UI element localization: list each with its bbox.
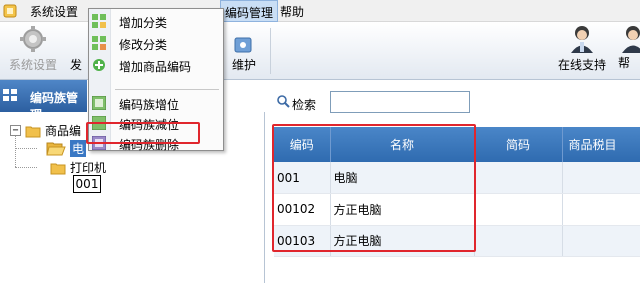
menu-system-settings[interactable]: 系统设置 — [30, 3, 78, 20]
app-logo-icon — [3, 4, 17, 18]
tree-connector — [15, 167, 37, 168]
menu-item-label: 编码族减位 — [119, 118, 180, 132]
cell-code: 001 — [274, 162, 331, 194]
menu-item-label: 修改分类 — [119, 38, 168, 52]
online-support-label: 在线支持 — [557, 58, 606, 72]
code-family-panel-header: 编码族管理 — [0, 80, 87, 122]
cell-short-code — [474, 225, 563, 257]
cell-short-code — [474, 162, 563, 194]
help-user-icon — [622, 26, 640, 53]
cell-code: 00103 — [274, 225, 331, 257]
folder-icon — [50, 163, 66, 174]
gear-icon — [20, 26, 46, 52]
tree-node-computer[interactable]: 电 — [46, 140, 87, 157]
search-label: 检索 — [292, 98, 317, 112]
cell-name: 电脑 — [330, 162, 475, 194]
table-row[interactable]: 001 电脑 — [274, 162, 640, 194]
menu-help[interactable]: 帮助 — [280, 3, 304, 20]
menu-item-label: 编码族增位 — [119, 98, 180, 112]
menu-item-label: 增加分类 — [119, 16, 168, 30]
menu-item-increase-digit[interactable]: 编码族增位 — [89, 93, 223, 113]
maintain-button[interactable]: 维护 — [224, 24, 264, 78]
cell-tax-item — [562, 162, 640, 194]
decrease-digit-icon — [92, 116, 106, 130]
help-button[interactable]: 帮 — [618, 24, 640, 78]
table-row[interactable]: 00103 方正电脑 — [274, 225, 640, 257]
menu-code-management[interactable]: 编码管理 — [220, 0, 279, 22]
grid-menu-icon — [3, 89, 17, 101]
toolbar-button-partial[interactable]: 发 — [70, 24, 88, 78]
search-input[interactable] — [330, 91, 470, 113]
toolbar-separator — [270, 28, 271, 74]
cell-tax-item — [562, 225, 640, 257]
maintain-icon — [234, 37, 252, 53]
online-support-button[interactable]: 在线支持 — [552, 24, 612, 78]
code-table: 编码 名称 简码 商品税目 001 电脑 00102 方正电脑 00103 方正… — [274, 127, 640, 257]
tree-node-label: 电 — [70, 140, 87, 157]
cell-name: 方正电脑 — [330, 225, 475, 257]
add-code-icon — [93, 59, 105, 71]
menu-item-add-code[interactable]: 增加商品编码 — [89, 55, 223, 75]
cell-tax-item — [562, 193, 640, 226]
folder-open-icon — [46, 142, 66, 155]
menu-item-delete-family[interactable]: 编码族删除 — [89, 133, 223, 153]
user-support-icon — [571, 26, 593, 53]
tree-node-printer[interactable]: 打印机 — [50, 159, 106, 176]
cell-short-code — [474, 193, 563, 226]
search-icon — [277, 95, 290, 108]
code-management-dropdown: 增加分类 修改分类 增加商品编码 编码族增位 编码族减位 编码族删除 — [88, 8, 224, 153]
system-settings-label: 系统设置 — [8, 58, 57, 72]
column-header-tax-item[interactable]: 商品税目 — [562, 127, 640, 162]
cell-name: 方正电脑 — [330, 193, 475, 226]
column-header-name[interactable]: 名称 — [330, 127, 475, 162]
menu-separator — [115, 89, 219, 90]
toolbar-button-partial-label: 发 — [70, 58, 83, 72]
tree-node-root[interactable]: − 商品编 — [10, 122, 81, 139]
tree-connector — [15, 135, 16, 167]
table-header-row: 编码 名称 简码 商品税目 — [274, 127, 640, 162]
menu-item-edit-category[interactable]: 修改分类 — [89, 33, 223, 53]
cell-code: 00102 — [274, 193, 331, 226]
menu-item-decrease-digit[interactable]: 编码族减位 — [89, 113, 223, 133]
folder-open-icon — [25, 126, 41, 137]
tree-tooltip: 001 — [73, 175, 101, 193]
tree-node-label: 打印机 — [70, 161, 107, 175]
menu-item-label: 编码族删除 — [119, 138, 180, 152]
tree-collapse-toggle[interactable]: − — [10, 125, 21, 136]
system-settings-button[interactable]: 系统设置 — [4, 24, 62, 78]
column-header-code[interactable]: 编码 — [274, 127, 331, 162]
maintain-label: 维护 — [231, 58, 256, 72]
add-category-icon — [92, 14, 106, 28]
menu-item-label: 增加商品编码 — [119, 60, 192, 74]
help-label: 帮 — [618, 56, 631, 70]
delete-family-icon — [92, 136, 106, 150]
increase-digit-icon — [92, 96, 106, 110]
table-row[interactable]: 00102 方正电脑 — [274, 193, 640, 226]
edit-category-icon — [92, 36, 106, 50]
column-header-short-code[interactable]: 简码 — [474, 127, 563, 162]
tree-node-label: 商品编 — [45, 124, 82, 138]
tree-connector — [15, 148, 37, 149]
menu-item-add-category[interactable]: 增加分类 — [89, 11, 223, 31]
